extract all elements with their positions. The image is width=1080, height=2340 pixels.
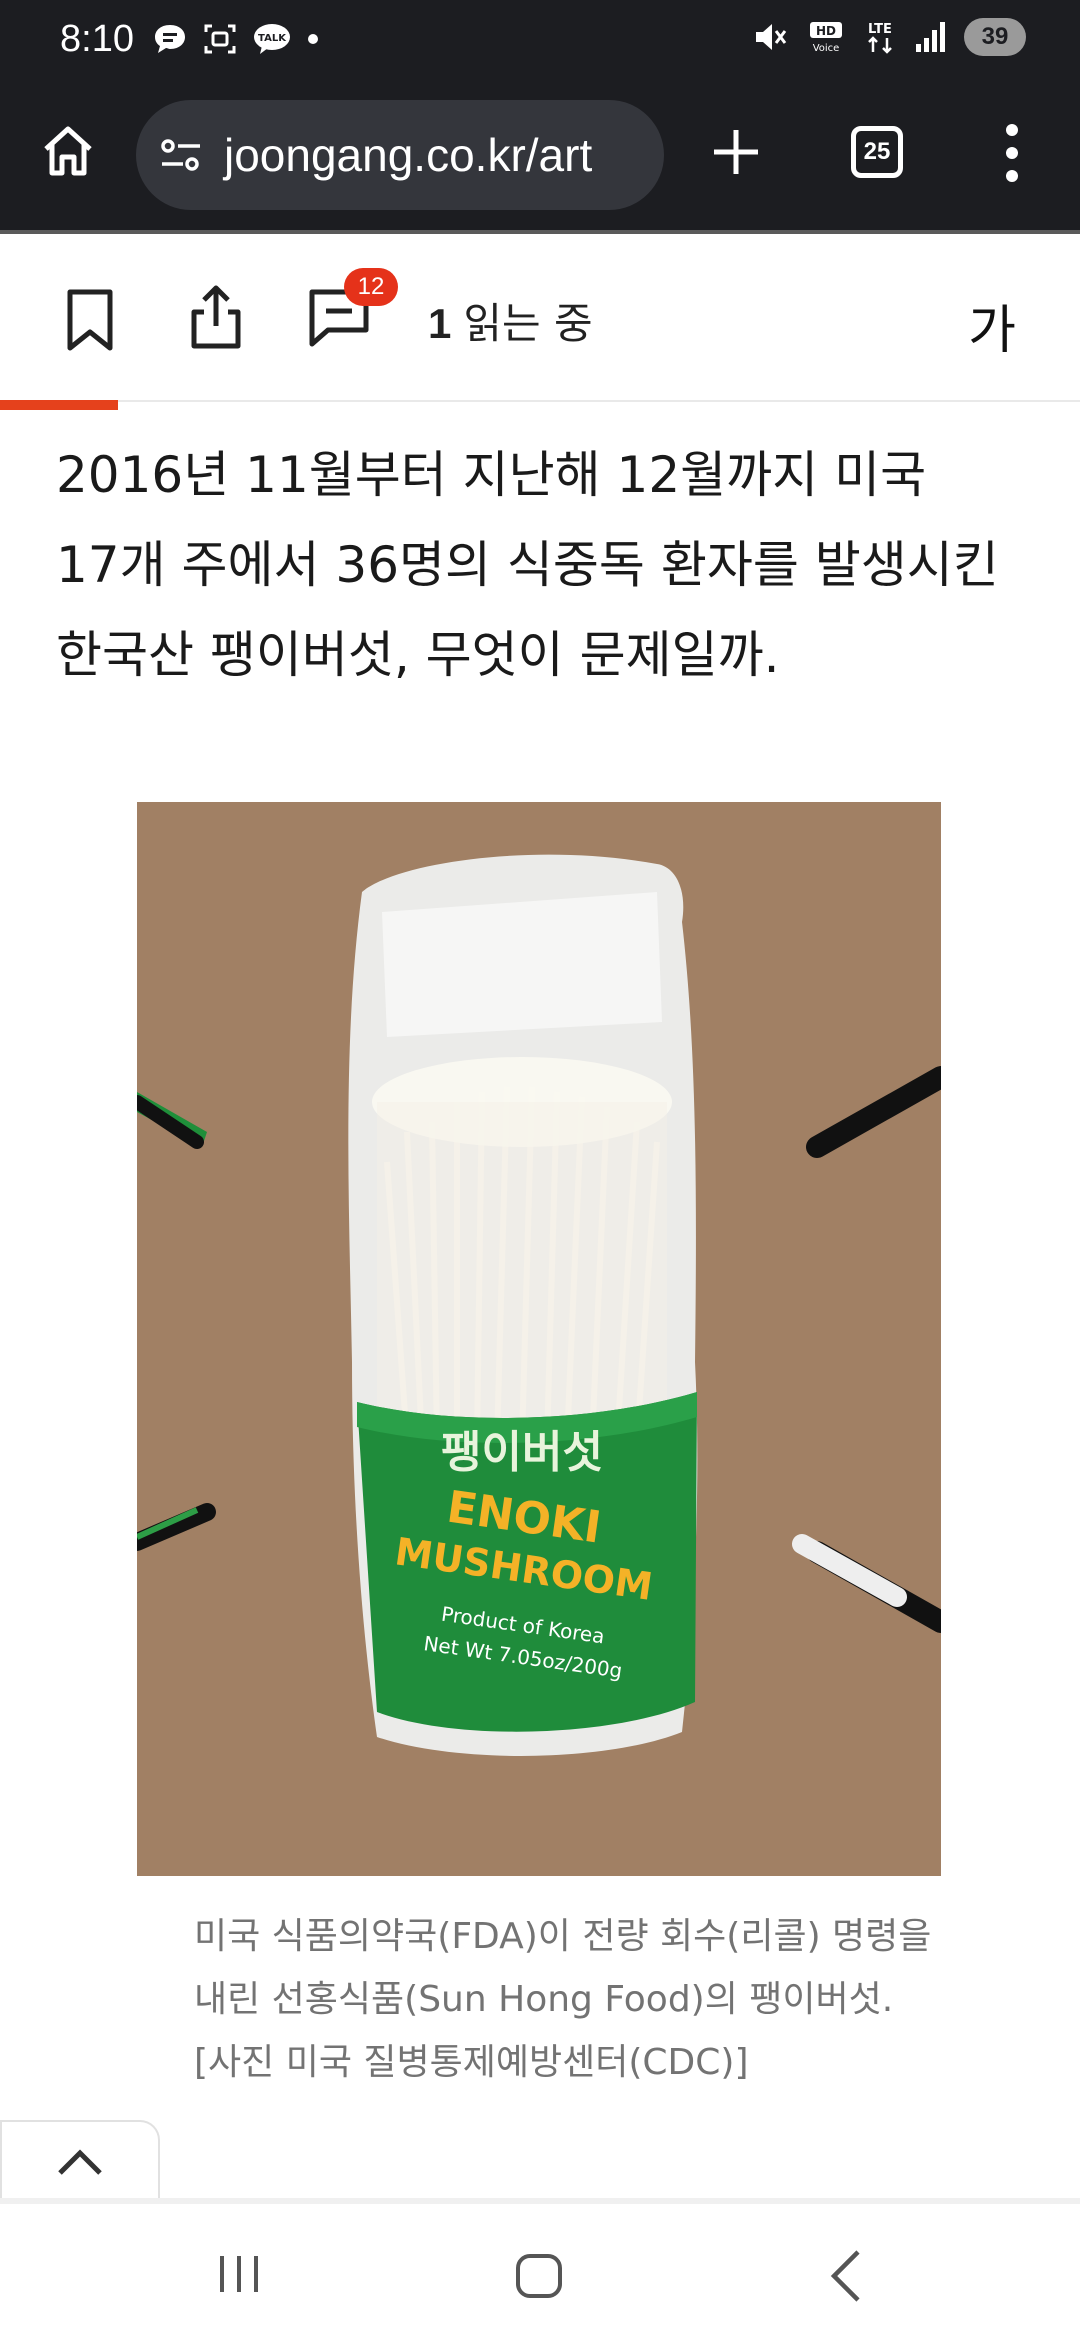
tab-switcher-button[interactable]: 25 <box>851 126 903 178</box>
status-time: 8:10 <box>60 17 134 60</box>
hd-voice-icon: HD Voice <box>810 22 842 54</box>
chat-bubble-icon <box>154 25 185 53</box>
enoki-package-image: 팽이버섯 ENOKI MUSHROOM Product of Korea Net… <box>137 802 941 1876</box>
reading-label: 읽는 중 <box>463 299 593 348</box>
notification-icons: TALK <box>152 22 320 56</box>
voice-label: Voice <box>813 43 840 54</box>
address-bar[interactable]: joongang.co.kr/art <box>136 100 664 210</box>
font-size-button[interactable]: 가 <box>968 288 1016 363</box>
back-icon[interactable] <box>826 2246 866 2306</box>
system-navigation-bar <box>0 2204 1080 2340</box>
signal-icon <box>916 22 945 52</box>
battery-indicator: 39 <box>964 18 1026 56</box>
package-korean-text: 팽이버섯 <box>441 1427 603 1478</box>
hd-label: HD <box>816 24 836 38</box>
reading-progress-bar <box>0 400 118 410</box>
site-settings-icon[interactable] <box>158 132 204 178</box>
article-paragraph: 2016년 11월부터 지난해 12월까지 미국 17개 주에서 36명의 식중… <box>56 446 999 684</box>
mute-icon <box>756 24 787 50</box>
browser-toolbar: joongang.co.kr/art 25 <box>0 78 1080 234</box>
comment-count-badge: 12 <box>344 268 398 306</box>
reading-count: 1 읽는 중 <box>428 290 593 351</box>
talk-label: TALK <box>258 33 287 44</box>
system-home-icon[interactable] <box>514 2252 564 2300</box>
photo-caption: 미국 식품의약국(FDA)이 전량 회수(리콜) 명령을 내린 선홍식품(Sun… <box>194 1916 932 2083</box>
lte-label: LTE <box>868 22 892 37</box>
recent-apps-icon[interactable] <box>214 2252 264 2296</box>
reading-number: 1 <box>428 300 452 347</box>
screenshot-icon <box>204 24 236 54</box>
chevron-up-icon <box>58 2149 102 2175</box>
kakaotalk-icon: TALK <box>253 24 290 54</box>
url-text: joongang.co.kr/art <box>224 129 593 181</box>
scroll-to-top-button[interactable] <box>0 2120 160 2202</box>
bookmark-icon[interactable] <box>62 288 118 352</box>
dot-icon <box>307 34 318 44</box>
home-icon[interactable] <box>40 123 96 179</box>
share-icon[interactable] <box>186 282 246 352</box>
status-right-icons: HD Voice LTE 39 <box>752 18 1026 56</box>
article-photo: 팽이버섯 ENOKI MUSHROOM Product of Korea Net… <box>137 802 941 1876</box>
more-options-icon[interactable] <box>996 118 1028 188</box>
new-tab-icon[interactable] <box>708 124 764 180</box>
status-bar: 8:10 TALK HD Voice LTE 39 <box>0 0 1080 78</box>
article-action-bar: 12 1 읽는 중 가 <box>0 238 1080 402</box>
lte-icon: LTE <box>868 22 892 54</box>
